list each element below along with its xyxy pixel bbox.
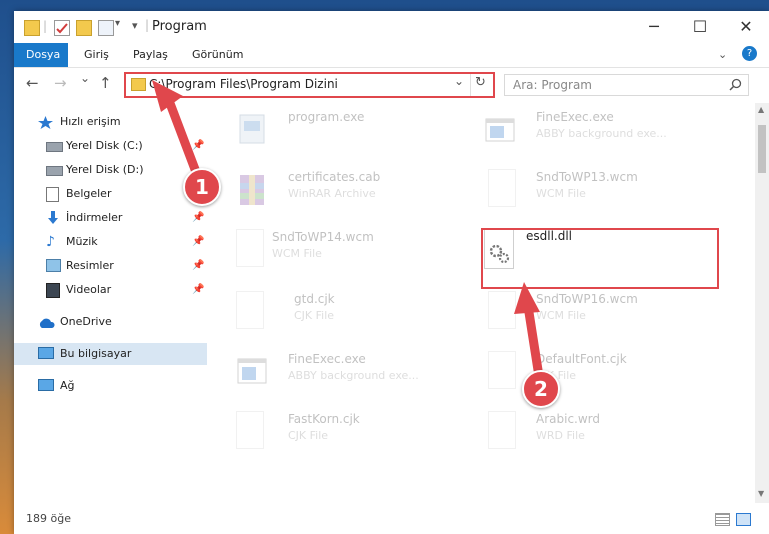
step-badge-1: 1 <box>183 168 221 206</box>
annotation-arrows <box>152 80 543 375</box>
step-badge-2: 2 <box>522 370 560 408</box>
arrow-to-dll-file <box>514 282 543 375</box>
arrow-to-address-bar <box>152 80 201 177</box>
